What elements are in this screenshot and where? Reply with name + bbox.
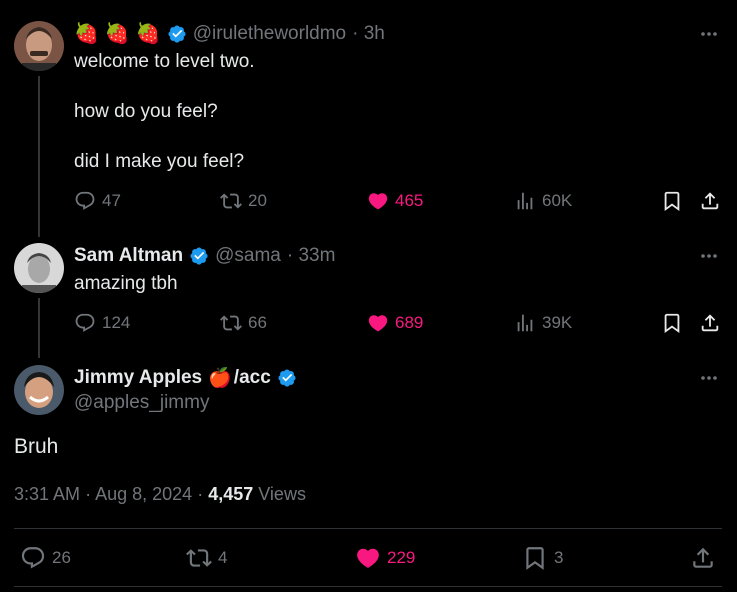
reply-button[interactable]: 26	[20, 545, 71, 571]
verified-badge-icon	[190, 246, 208, 265]
divider	[14, 528, 722, 529]
main-name-suffix[interactable]: /acc	[234, 367, 271, 389]
like-button[interactable]: 689	[367, 312, 423, 334]
retweet-icon	[220, 315, 242, 331]
bookmark-icon	[664, 191, 680, 212]
main-text: Bruh	[14, 435, 59, 458]
thread-line	[38, 76, 40, 237]
heart-filled-icon	[368, 193, 388, 210]
tweet1-line-1: welcome to level two.	[74, 51, 255, 72]
like-count: 229	[387, 548, 416, 567]
strawberry-emoji: 🍓	[135, 23, 161, 45]
analytics-icon	[517, 192, 533, 210]
views-button[interactable]: 60K	[514, 190, 572, 212]
heart-filled-icon	[368, 315, 388, 332]
share-icon	[701, 314, 719, 332]
retweet-icon	[220, 193, 242, 209]
strawberry-emoji: 🍓	[74, 23, 99, 45]
share-button[interactable]	[699, 190, 721, 212]
strawberry-emoji: 🍓	[104, 23, 130, 45]
share-button[interactable]	[699, 312, 721, 334]
reply-icon	[21, 547, 45, 569]
retweet-count: 20	[248, 191, 267, 210]
reply-button[interactable]: 124	[74, 312, 130, 334]
main-views-count: 4,457	[208, 484, 254, 504]
verified-badge-icon	[168, 24, 186, 43]
more-options-icon[interactable]	[699, 24, 719, 44]
tweet1-time[interactable]: · 3h	[352, 23, 385, 45]
reply-icon	[75, 191, 95, 210]
main-handle[interactable]: @apples_jimmy	[74, 392, 209, 414]
main-time[interactable]: 3:31 AM	[14, 484, 80, 504]
retweet-count: 4	[218, 548, 228, 567]
like-count: 689	[395, 313, 424, 332]
share-icon	[693, 547, 713, 568]
bookmark-button[interactable]: 3	[522, 545, 563, 571]
retweet-button[interactable]: 20	[220, 190, 267, 212]
retweet-count: 66	[248, 313, 267, 332]
like-button[interactable]: 229	[355, 545, 415, 571]
thread-line	[38, 298, 40, 358]
reply-button[interactable]: 47	[74, 190, 121, 212]
bookmark-icon	[526, 547, 544, 570]
like-count: 465	[395, 191, 424, 210]
apple-emoji: 🍎	[208, 367, 232, 389]
more-options-icon[interactable]	[699, 368, 719, 388]
tweet2-header: Sam Altman @sama · 33m	[74, 243, 335, 268]
views-count: 60K	[542, 191, 573, 210]
views-count: 39K	[542, 313, 573, 332]
tweet1-header: 🍓 🍓 🍓 @irulethe​worldmo · 3h	[74, 21, 385, 46]
main-meta: 3:31 AM · Aug 8, 2024 · 4,457 Views	[14, 484, 306, 504]
reply-count: 26	[52, 548, 71, 567]
avatar-sama[interactable]	[14, 243, 64, 293]
tweet1-line-3: did I make you feel?	[74, 151, 245, 172]
main-handle-row: @apples_jimmy	[74, 390, 209, 415]
reply-icon	[75, 313, 95, 332]
main-views-label: Views	[258, 484, 306, 504]
heart-filled-icon	[357, 548, 379, 568]
tweet2-name[interactable]: Sam Altman	[74, 245, 183, 267]
share-icon	[701, 192, 719, 210]
analytics-icon	[517, 314, 533, 332]
retweet-button[interactable]: 66	[220, 312, 267, 334]
avatar-irultheworldmo[interactable]	[14, 21, 64, 71]
tweet2-time[interactable]: · 33m	[287, 245, 336, 267]
avatar-apples-jimmy[interactable]	[14, 365, 64, 415]
divider	[14, 586, 722, 587]
tweet2-text: amazing tbh	[74, 273, 178, 294]
views-button[interactable]: 39K	[514, 312, 572, 334]
verified-badge-icon	[278, 368, 296, 387]
tweet2-handle[interactable]: @sama	[215, 245, 281, 267]
retweet-icon	[186, 549, 212, 567]
tweet1-handle[interactable]: @irulethe​worldmo	[193, 23, 346, 45]
tweet1-line-2: how do you feel?	[74, 101, 218, 122]
bookmark-icon	[664, 313, 680, 334]
more-options-icon[interactable]	[699, 246, 719, 266]
main-name[interactable]: Jimmy Apples	[74, 367, 202, 389]
bookmark-count: 3	[554, 548, 564, 567]
share-button[interactable]	[690, 545, 716, 571]
reply-count: 124	[102, 313, 131, 332]
bookmark-button[interactable]	[661, 312, 683, 334]
main-header-name: Jimmy Apples 🍎 /acc	[74, 365, 297, 390]
reply-count: 47	[102, 191, 121, 210]
retweet-button[interactable]: 4	[186, 545, 227, 571]
like-button[interactable]: 465	[367, 190, 423, 212]
main-date[interactable]: Aug 8, 2024	[95, 484, 192, 504]
bookmark-button[interactable]	[661, 190, 683, 212]
